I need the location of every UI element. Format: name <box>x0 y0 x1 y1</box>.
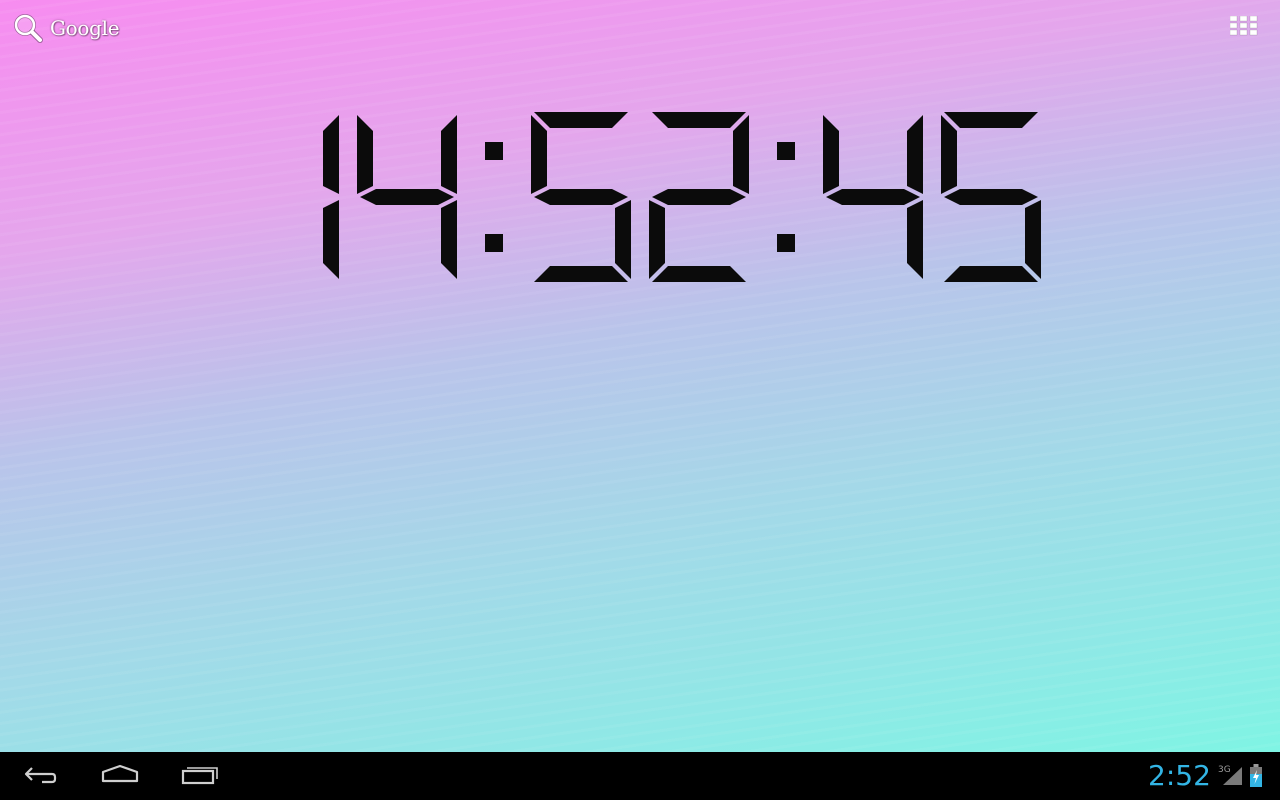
clock-segment-c <box>1025 200 1041 279</box>
clock-segment-d <box>534 266 628 282</box>
clock-segment-f <box>531 115 547 194</box>
clock-segment-e <box>649 200 665 279</box>
clock-digit-1 <box>357 115 457 279</box>
clock-digit-0 <box>323 115 339 279</box>
clock-colon-dot <box>485 142 503 160</box>
clock-segment-c <box>323 200 339 279</box>
clock-digit-5 <box>941 112 1041 282</box>
clock-segment-g <box>944 189 1038 205</box>
clock-segment-f <box>823 115 839 194</box>
home-button[interactable] <box>92 760 148 792</box>
clock-segment-b <box>441 115 457 194</box>
digital-clock-widget[interactable]: 14:52:45 <box>0 108 1280 288</box>
clock-segment-g <box>360 189 454 205</box>
clock-segment-f <box>941 115 957 194</box>
all-apps-button[interactable] <box>1226 14 1262 42</box>
clock-segment-a <box>944 112 1038 128</box>
clock-segment-g <box>652 189 746 205</box>
clock-colon <box>777 142 795 252</box>
clock-segment-f <box>357 115 373 194</box>
system-navigation-bar: 2:52 3G <box>0 752 1280 800</box>
clock-colon <box>485 142 503 252</box>
apps-grid-icon <box>1229 15 1258 40</box>
recent-apps-button[interactable] <box>172 760 228 792</box>
clock-segment-b <box>907 115 923 194</box>
home-screen: Google 14:52:45 <box>0 0 1280 800</box>
clock-colon-dot <box>777 142 795 160</box>
clock-segment-g <box>826 189 920 205</box>
clock-digit-2 <box>531 112 631 282</box>
clock-segment-c <box>441 200 457 279</box>
signal-icon[interactable] <box>1222 766 1244 790</box>
clock-segment-b <box>323 115 339 194</box>
home-icon <box>100 762 140 790</box>
clock-segment-a <box>652 112 746 128</box>
clock-segment-b <box>733 115 749 194</box>
google-search-label[interactable]: Google <box>50 16 120 40</box>
search-icon[interactable] <box>12 12 44 44</box>
clock-digit-3 <box>649 112 749 282</box>
clock-segment-c <box>615 200 631 279</box>
clock-segment-c <box>907 200 923 279</box>
battery-charging-icon[interactable] <box>1249 764 1263 792</box>
clock-digit-4 <box>823 115 923 279</box>
google-search-bar[interactable]: Google <box>12 12 120 44</box>
clock-segment-d <box>652 266 746 282</box>
clock-segment-a <box>534 112 628 128</box>
back-icon <box>22 762 58 790</box>
back-button[interactable] <box>12 760 68 792</box>
clock-display <box>323 112 1041 282</box>
clock-colon-dot <box>485 234 503 252</box>
clock-colon-dot <box>777 234 795 252</box>
clock-segment-d <box>944 266 1038 282</box>
clock-segment-g <box>534 189 628 205</box>
status-bar-clock[interactable]: 2:52 <box>1148 760 1211 792</box>
recent-apps-icon <box>180 762 220 790</box>
